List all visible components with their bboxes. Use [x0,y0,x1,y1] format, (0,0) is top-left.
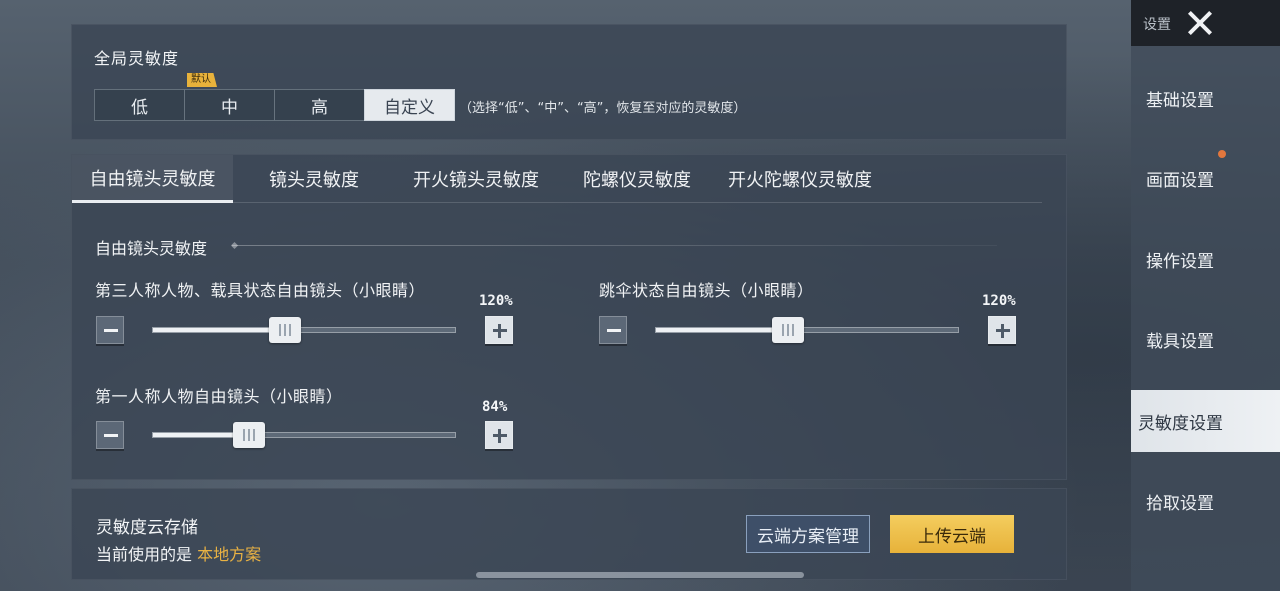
slider-fpp-thumb[interactable] [233,422,265,448]
slider-fpp-increase-button[interactable] [485,421,513,449]
cloud-plan-manage-button[interactable]: 云端方案管理 [746,515,870,553]
section-title: 自由镜头灵敏度 [95,239,208,258]
sidebar-item-vehicle[interactable]: 载具设置 [1131,308,1280,370]
minus-icon [104,434,118,437]
section-divider-dot [230,241,239,250]
slider-parachute-decrease-button[interactable] [599,316,627,344]
tabs-divider [72,202,1042,203]
sensitivity-panel: 自由镜头灵敏度 镜头灵敏度 开火镜头灵敏度 陀螺仪灵敏度 开火陀螺仪灵敏度 自由… [71,154,1067,480]
section-divider [232,245,997,246]
slider-tpp-vehicle-thumb[interactable] [269,317,301,343]
slider-fpp-label: 第一人称人物自由镜头（小眼睛） [95,387,343,406]
default-badge: 默认 [187,73,217,87]
preset-low-button[interactable]: 低 [94,89,185,121]
sensitivity-tabs: 自由镜头灵敏度 镜头灵敏度 开火镜头灵敏度 陀螺仪灵敏度 开火陀螺仪灵敏度 [72,155,1068,203]
slider-tpp-vehicle-track[interactable] [152,317,456,343]
close-icon[interactable] [1183,6,1217,40]
slider-parachute-label: 跳伞状态自由镜头（小眼睛） [599,281,814,300]
slider-tpp-vehicle-decrease-button[interactable] [96,316,124,344]
tab-ads-camera[interactable]: 开火镜头灵敏度 [396,155,556,203]
cloud-status-prefix: 当前使用的是 [96,545,193,564]
preset-high-button[interactable]: 高 [274,89,365,121]
tab-free-camera[interactable]: 自由镜头灵敏度 [72,155,233,203]
global-sensitivity-panel: 全局灵敏度 默认 低 中 高 自定义 （选择“低”、“中”、“高”，恢复至对应的… [71,24,1067,140]
slider-fpp-fill [153,433,238,437]
slider-tpp-vehicle-value: 120% [479,293,513,309]
sidebar-header: 设置 [1131,0,1280,46]
settings-sidebar: 设置 基础设置 画面设置 操作设置 载具设置 灵敏度设置 拾取设置 [1131,0,1280,591]
preset-selector: 低 中 高 自定义 [94,89,455,121]
sidebar-item-graphics[interactable]: 画面设置 [1131,147,1280,209]
current-plan: 本地方案 [197,545,262,564]
tab-camera[interactable]: 镜头灵敏度 [248,155,380,203]
global-sensitivity-title: 全局灵敏度 [94,49,180,68]
preset-custom-button[interactable]: 自定义 [364,89,455,121]
slider-tpp-vehicle-label: 第三人称人物、载具状态自由镜头（小眼睛） [95,281,426,300]
minus-icon [607,329,621,332]
slider-parachute-fill [656,328,777,332]
cloud-storage-status: 当前使用的是 本地方案 [96,541,261,565]
preset-hint: （选择“低”、“中”、“高”，恢复至对应的灵敏度） [459,101,747,116]
sidebar-title: 设置 [1143,17,1171,33]
tab-gyroscope[interactable]: 陀螺仪灵敏度 [572,155,702,203]
cloud-storage-title: 灵敏度云存储 [96,518,198,538]
slider-parachute-track[interactable] [655,317,959,343]
slider-parachute-thumb[interactable] [772,317,804,343]
sidebar-item-controls[interactable]: 操作设置 [1131,228,1280,290]
slider-parachute-value: 120% [982,293,1016,309]
slider-parachute-increase-button[interactable] [988,316,1016,344]
slider-tpp-vehicle-increase-button[interactable] [485,316,513,344]
slider-fpp-decrease-button[interactable] [96,421,124,449]
tab-ads-gyroscope[interactable]: 开火陀螺仪灵敏度 [717,155,883,203]
sidebar-item-basic[interactable]: 基础设置 [1131,67,1280,129]
preset-medium-button[interactable]: 中 [184,89,275,121]
upload-cloud-button[interactable]: 上传云端 [890,515,1014,553]
slider-fpp-track[interactable] [152,422,456,448]
scroll-indicator[interactable] [476,572,804,578]
notification-dot [1218,150,1226,158]
sidebar-item-sensitivity[interactable]: 灵敏度设置 [1131,390,1280,452]
sidebar-item-pickup[interactable]: 拾取设置 [1131,470,1280,532]
slider-tpp-vehicle-fill [153,328,274,332]
minus-icon [104,329,118,332]
slider-fpp-value: 84% [482,399,508,415]
cloud-storage-panel: 灵敏度云存储 当前使用的是 本地方案 云端方案管理 上传云端 [71,488,1067,580]
